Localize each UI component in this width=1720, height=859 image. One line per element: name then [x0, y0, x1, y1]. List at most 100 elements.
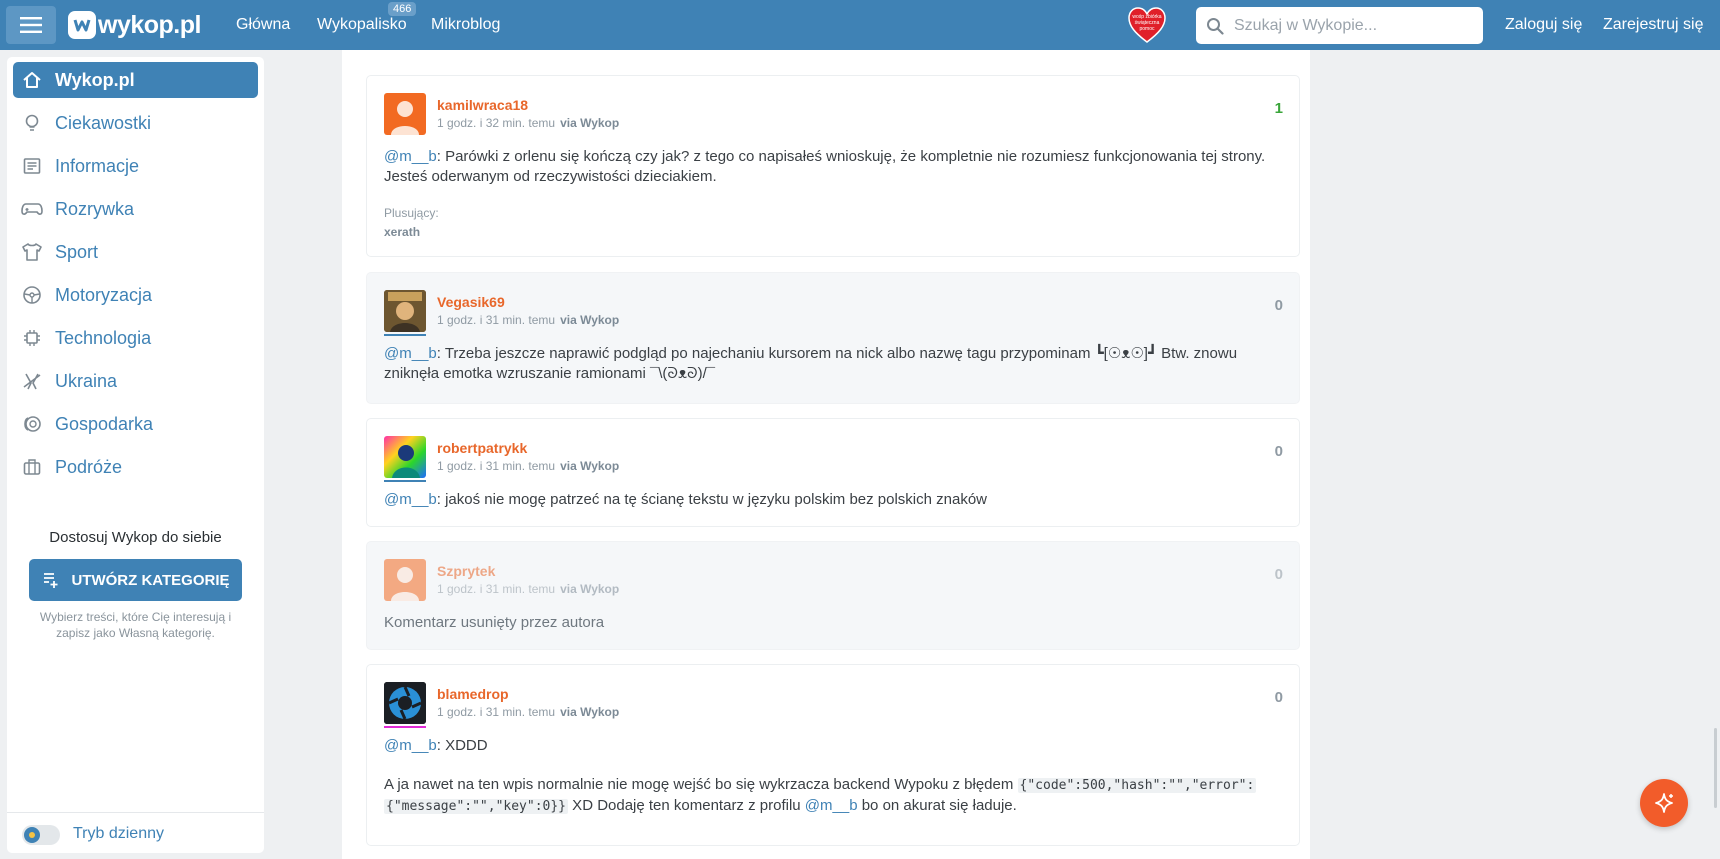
- steering-wheel-icon: [21, 284, 43, 306]
- comment-time: 1 godz. i 32 min. temu: [437, 116, 556, 130]
- avatar-underline: [384, 726, 426, 728]
- comment-author[interactable]: kamilwraca18: [437, 97, 528, 113]
- sidebar-item-ukraina[interactable]: Ukraina: [13, 363, 258, 399]
- theme-label[interactable]: Tryb dzienny: [73, 825, 164, 843]
- register-link[interactable]: Zarejestruj się: [1603, 16, 1703, 34]
- sparkle-icon: [1655, 793, 1673, 813]
- sidebar-item-ciekawostki[interactable]: Ciekawostki: [13, 105, 258, 141]
- sidebar-item-label: Ukraina: [55, 370, 118, 391]
- add-category-icon: [44, 573, 58, 588]
- comment-via[interactable]: via Wykop: [560, 459, 619, 473]
- theme-toggle[interactable]: [22, 825, 60, 845]
- comment-mention[interactable]: @m__b: [805, 797, 858, 814]
- ai-assistant-button[interactable]: [1640, 779, 1688, 827]
- create-category-button[interactable]: UTWÓRZ KATEGORIĘ: [29, 559, 242, 601]
- comment-deleted-text: Komentarz usunięty przez autora: [384, 614, 605, 631]
- comment-text: : XDDD: [436, 737, 488, 754]
- sidebar-item-label: Technologia: [55, 327, 152, 348]
- comment-via[interactable]: via Wykop: [560, 116, 619, 130]
- comment-body: @m__b: Parówki z orlenu się kończą czy j…: [384, 147, 1284, 187]
- avatar-underline: [384, 334, 426, 336]
- comment-body: @m__b: Trzeba jeszcze naprawić podgląd p…: [384, 344, 1284, 384]
- comment-via[interactable]: via Wykop: [560, 705, 619, 719]
- nav-glowna[interactable]: Główna: [236, 16, 290, 34]
- comment-votes[interactable]: 0: [1275, 689, 1283, 706]
- nav-wykopalisko[interactable]: Wykopalisko: [317, 16, 407, 34]
- comment-time: 1 godz. i 31 min. temu: [437, 313, 556, 327]
- sidebar-item-rozrywka[interactable]: Rozrywka: [13, 191, 258, 227]
- wosp-heart-text: wośp zbiórka świąteczna pomoc: [1132, 14, 1162, 32]
- comment-author[interactable]: Vegasik69: [437, 294, 505, 310]
- sidebar-item-motoryzacja[interactable]: Motoryzacja: [13, 277, 258, 313]
- avatar[interactable]: [384, 559, 426, 601]
- sidebar-item-label: Sport: [55, 241, 99, 262]
- newspaper-icon: [21, 155, 43, 177]
- sun-icon: [24, 827, 40, 843]
- comment-mention[interactable]: @m__b: [384, 737, 437, 754]
- top-bar: wykop.pl Główna Wykopalisko 466 Mikroblo…: [0, 0, 1720, 50]
- comment-via[interactable]: via Wykop: [560, 582, 619, 596]
- sidebar: Wykop.pl Ciekawostki Informacje Rozrywka…: [7, 57, 264, 853]
- menu-button[interactable]: [6, 6, 56, 44]
- sidebar-item-technologia[interactable]: Technologia: [13, 320, 258, 356]
- comment-time: 1 godz. i 31 min. temu: [437, 705, 556, 719]
- login-link[interactable]: Zaloguj się: [1505, 16, 1582, 34]
- comment-votes[interactable]: 0: [1275, 297, 1283, 314]
- shirt-icon: [21, 241, 43, 263]
- wykop-logo[interactable]: wykop.pl: [68, 10, 201, 40]
- avatar[interactable]: [384, 93, 426, 135]
- sidebar-item-wykop[interactable]: Wykop.pl: [13, 62, 258, 98]
- lightbulb-icon: [21, 112, 43, 134]
- sidebar-item-podroze[interactable]: Podróże: [13, 449, 258, 485]
- comment-item: kamilwraca18 1 godz. i 32 min. temu via W…: [366, 75, 1300, 257]
- comment-mention[interactable]: @m__b: [384, 148, 437, 165]
- comment-item: Szprytek 1 godz. i 31 min. temu via Wykop…: [366, 541, 1300, 650]
- comment-meta: 1 godz. i 31 min. temu via Wykop: [437, 313, 619, 327]
- coins-icon: [21, 413, 43, 435]
- avatar[interactable]: [384, 682, 426, 724]
- sidebar-item-label: Podróże: [55, 456, 123, 477]
- comment-body: @m__b: jakoś nie mogę patrzeć na tę ścia…: [384, 490, 1284, 510]
- sidebar-item-label: Informacje: [55, 155, 140, 176]
- comment-meta: 1 godz. i 31 min. temu via Wykop: [437, 705, 619, 719]
- comment-body-second: A ja nawet na ten wpis normalnie nie mog…: [384, 775, 1284, 817]
- comment-item: Vegasik69 1 godz. i 31 min. temu via Wyko…: [366, 272, 1300, 404]
- comment-text-part: XD Dodaję ten komentarz z profilu: [568, 797, 805, 814]
- comment-text: : jakoś nie mogę patrzeć na tę ścianę te…: [436, 491, 988, 508]
- sidebar-item-gospodarka[interactable]: Gospodarka: [13, 406, 258, 442]
- comment-votes[interactable]: 1: [1275, 100, 1283, 117]
- comment-votes[interactable]: 0: [1275, 443, 1283, 460]
- search-box[interactable]: [1196, 7, 1483, 44]
- search-icon: [1207, 17, 1224, 35]
- comment-body: @m__b: XDDD: [384, 736, 1284, 756]
- search-input[interactable]: [1232, 15, 1466, 36]
- comment-text-part: A ja nawet na ten wpis normalnie nie mog…: [384, 776, 1018, 793]
- comment-text-part: bo on akurat się ładuje.: [857, 797, 1017, 814]
- comment-via[interactable]: via Wykop: [560, 313, 619, 327]
- comment-item: robertpatrykk 1 godz. i 31 min. temu via …: [366, 418, 1300, 527]
- comment-mention[interactable]: @m__b: [384, 491, 437, 508]
- sidebar-item-label: Motoryzacja: [55, 284, 153, 305]
- chip-icon: [21, 327, 43, 349]
- scrollbar-thumb[interactable]: [1714, 728, 1717, 808]
- avatar[interactable]: [384, 290, 426, 332]
- sidebar-item-label: Wykop.pl: [55, 69, 135, 90]
- sidebar-item-label: Gospodarka: [55, 413, 154, 434]
- error-code-snippet: {"message":"","key":0}}: [384, 799, 569, 814]
- comment-author[interactable]: robertpatrykk: [437, 440, 527, 456]
- avatar-underline: [384, 480, 426, 482]
- plus-user[interactable]: xerath: [384, 225, 420, 239]
- sidebar-item-informacje[interactable]: Informacje: [13, 148, 258, 184]
- customize-title: Dostosuj Wykop do siebie: [49, 529, 222, 546]
- comment-author[interactable]: blamedrop: [437, 686, 509, 702]
- comment-item: blamedrop 1 godz. i 31 min. temu via Wyko…: [366, 664, 1300, 846]
- comment-author[interactable]: Szprytek: [437, 563, 495, 579]
- sidebar-divider: [7, 812, 264, 813]
- sidebar-item-sport[interactable]: Sport: [13, 234, 258, 270]
- create-category-label: UTWÓRZ KATEGORIĘ: [71, 571, 230, 589]
- avatar[interactable]: [384, 436, 426, 478]
- gamepad-icon: [21, 198, 43, 220]
- luggage-icon: [21, 456, 43, 478]
- comment-mention[interactable]: @m__b: [384, 345, 437, 362]
- nav-mikroblog[interactable]: Mikroblog: [431, 16, 500, 34]
